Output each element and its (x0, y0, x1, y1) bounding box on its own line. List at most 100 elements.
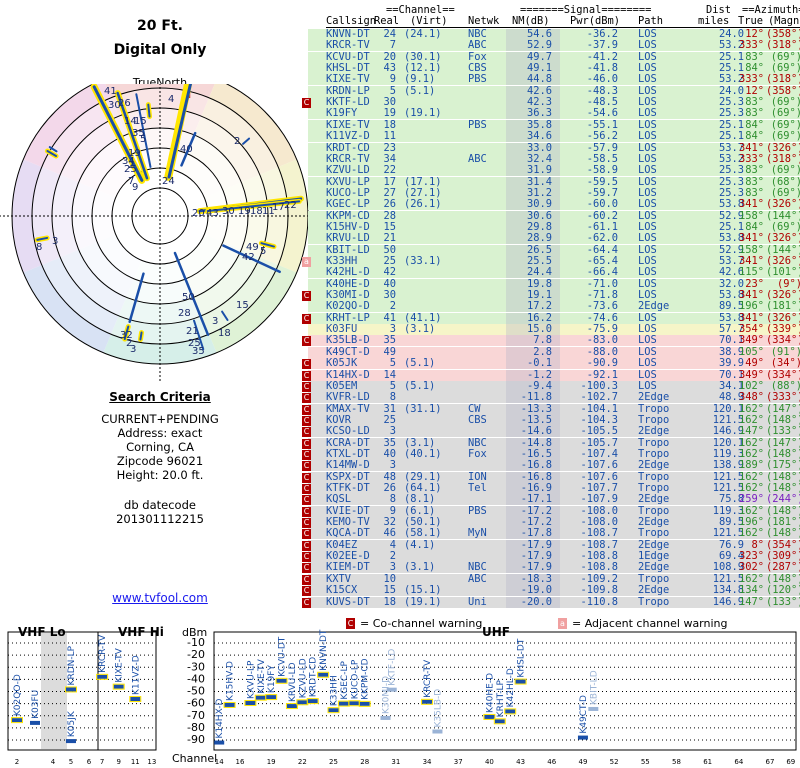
cell-true: 348° (738, 391, 764, 404)
table-row: KCVU-DT 20 (30.1) Fox 49.7 -41.2 LOS 25.1 83° (69… (308, 50, 800, 63)
cell-callsign: KBIT-LD (326, 243, 370, 256)
cell-path: LOS (638, 186, 657, 199)
warning-badge: C (302, 381, 311, 392)
cell-real: 14 (383, 368, 396, 381)
cell-path: LOS (638, 84, 657, 97)
warning-badge: C (302, 529, 311, 540)
cell-real: 20 (383, 50, 396, 63)
cell-path: Tropo (638, 436, 670, 449)
db-datecode-label: db datecode (124, 498, 196, 512)
cell-path: Tropo (638, 527, 670, 540)
spectrum-station-label: K42HL-D (506, 668, 516, 707)
warning-badge: C (302, 518, 311, 529)
cell-pwrdbm: -102.7 (580, 391, 618, 404)
cell-pwrdbm: -104.3 (580, 413, 618, 426)
warning-badge: C (302, 427, 311, 438)
cell-callsign: K35LB-D (326, 334, 370, 347)
cell-true: 83° (745, 164, 764, 177)
table-row: K19FY 19 (19.1) 36.3 -54.6 LOS 25.3 83° (69°) (308, 108, 800, 120)
cell-real: 26 (383, 482, 396, 494)
spectrum-station-label: KZVU-LD (298, 658, 308, 698)
criteria-line-3: Corning, CA (126, 440, 194, 454)
cell-nmdb: -14.6 (520, 425, 552, 438)
cell-real: 22 (383, 164, 396, 177)
polar-channel-label: 19 (128, 148, 141, 159)
spectrum-station-label: K35LB-D (433, 689, 443, 728)
cell-pwrdbm: -104.1 (580, 402, 618, 415)
x-tick: 25 (329, 758, 338, 766)
cell-path: 2Edge (638, 459, 670, 472)
cell-pwrdbm: -109.8 (580, 584, 618, 597)
cell-callsign: KMAX-TV (326, 402, 370, 415)
tvfool-link[interactable]: www.tvfool.com (0, 591, 320, 605)
cell-nmdb: 31.9 (526, 164, 552, 177)
cell-real: 9 (389, 504, 396, 517)
cell-magn: (148°) (766, 482, 800, 494)
cell-path: LOS (638, 334, 657, 347)
cell-pwrdbm: -109.2 (580, 572, 618, 585)
cell-real: 23 (383, 141, 396, 154)
cell-nmdb: -1.2 (526, 368, 552, 381)
table-row: a K33HH 25 (33.1) 25.5 -65.4 LOS 53.7 341° (326°) (302, 255, 800, 267)
cell-callsign: KVIE-DT (326, 504, 370, 517)
spectrum-label: Channel (172, 752, 217, 765)
cell-nmdb: -11.8 (520, 391, 552, 404)
cell-path: 2Edge (638, 300, 670, 313)
cell-real: 5 (389, 357, 396, 370)
cell-pwrdbm: -59.7 (586, 186, 618, 199)
x-tick: 7 (100, 758, 104, 766)
spectrum-station-label: KUCO-LP (350, 659, 360, 699)
cell-magn: (326°) (766, 311, 800, 324)
cell-callsign: KZVU-LD (326, 164, 370, 177)
table-row: KRCR-TV 7 ABC 52.9 -37.9 LOS 53.2 333° (318°) (308, 40, 800, 52)
spectrum-bar (422, 699, 433, 704)
cell-pwrdbm: -66.4 (586, 266, 618, 279)
x-tick: 22 (298, 758, 307, 766)
cell-path: 2Edge (638, 538, 670, 551)
cell-nmdb: 30.9 (526, 198, 552, 211)
cell-nmdb: -17.2 (520, 516, 552, 529)
cell-path: LOS (638, 243, 657, 256)
cell-path: Tropo (638, 504, 670, 517)
cell-pwrdbm: -107.6 (580, 459, 618, 472)
cell-path: LOS (638, 209, 657, 222)
cell-magn: (91°) (770, 345, 800, 358)
spectrum-bar (318, 672, 329, 677)
cell-nmdb: 17.2 (526, 300, 552, 313)
cell-true: 341° (738, 255, 764, 267)
cell-magn: (339°) (766, 323, 800, 336)
cell-true: 134° (738, 584, 764, 597)
cell-true: 341° (738, 198, 764, 211)
adj-warning-badge: a (558, 618, 567, 629)
cell-real: 40 (383, 277, 396, 290)
table-row: C KMAX-TV 31 (31.1) CW -13.3 -104.1 Tropo 120.1 1… (302, 402, 800, 415)
cell-true: 162° (738, 470, 764, 483)
cell-true: 115° (738, 266, 764, 279)
spectrum-bar (515, 679, 526, 684)
spectrum-station-label: KIXE-TV (115, 647, 125, 682)
table-row: KBIT-LD 50 26.5 -64.4 LOS 52.9 158° (144°) (308, 243, 800, 256)
cell-virt: (3.1) (404, 561, 436, 574)
table-row: C K14HX-D 14 -1.2 -92.1 LOS 70.1 349° (334°) (302, 368, 800, 381)
cell-real: 10 (383, 572, 396, 585)
cell-true: 259° (738, 493, 764, 506)
cell-callsign: KCVU-DT (326, 50, 370, 63)
spectrum-station-label: KHSL-DT (517, 638, 527, 677)
legend: C = Co-channel warning a = Adjacent channel… (346, 617, 800, 631)
cell-callsign: K14MW-D (326, 459, 370, 472)
cell-true: 147° (738, 595, 764, 608)
cell-callsign: K15CX (326, 584, 358, 597)
cell-virt: (3.1) (404, 436, 436, 449)
cell-true: 84° (745, 220, 764, 233)
x-tick: 49 (578, 758, 587, 766)
criteria-line-5: Height: 20.0 ft. (116, 468, 204, 482)
cell-true: 162° (738, 447, 764, 460)
spectrum-bar (266, 695, 277, 700)
cell-magn: (148°) (766, 447, 800, 460)
cell-virt: (3.1) (404, 323, 436, 336)
cell-true: 84° (745, 118, 764, 131)
spectrum-bar (588, 706, 599, 711)
cell-true: 189° (738, 459, 764, 472)
cell-callsign: KGEC-LP (326, 198, 370, 211)
table-row: C KKTF-LD 30 42.3 -48.5 LOS 25.3 83° (69°) (302, 97, 800, 109)
